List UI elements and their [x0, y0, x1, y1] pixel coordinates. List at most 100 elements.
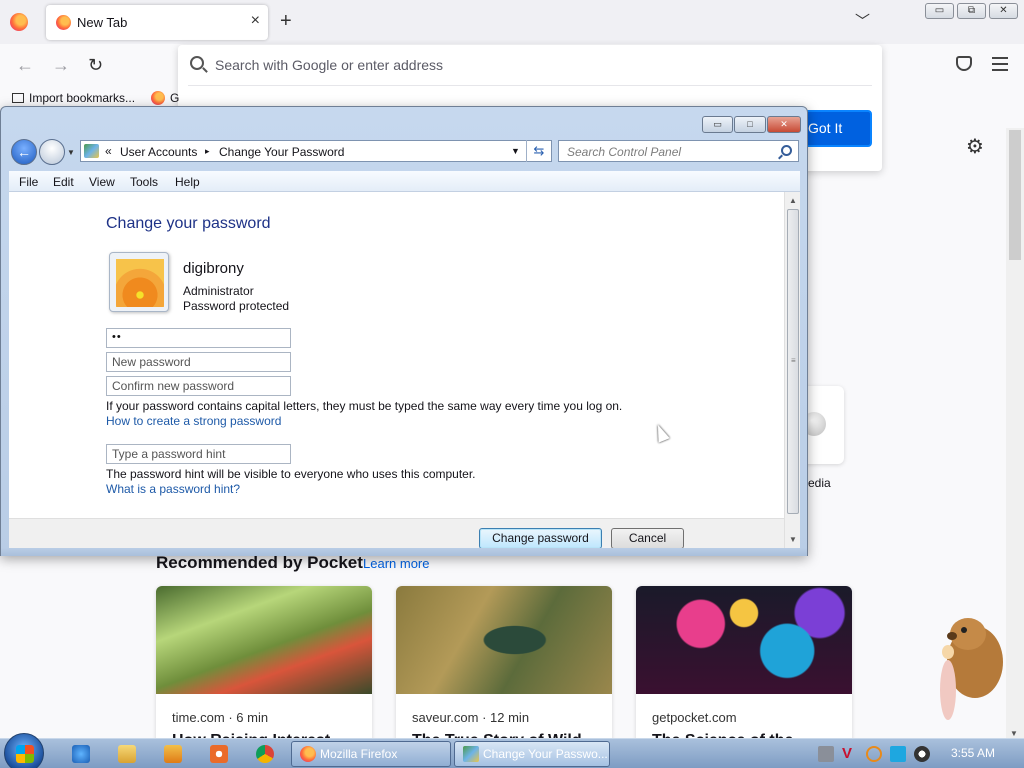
menu-view[interactable]: View — [89, 175, 115, 189]
got-it-button[interactable]: Got It — [800, 110, 872, 147]
taskbar-task-firefox[interactable]: Mozilla Firefox — [291, 741, 451, 767]
search-control-panel-input[interactable]: Search Control Panel — [558, 140, 799, 162]
breadcrumb-separator-icon[interactable]: ▸ — [205, 146, 210, 157]
firefox-bookmark-icon[interactable] — [151, 91, 165, 105]
file-explorer-icon[interactable] — [118, 745, 136, 763]
start-button[interactable] — [4, 733, 44, 768]
current-password-field[interactable]: •• — [106, 328, 291, 348]
taskbar: Mozilla Firefox Change Your Passwo... V … — [0, 733, 1024, 768]
page-title: Change your password — [106, 215, 271, 232]
breadcrumb-change-password[interactable]: Change Your Password — [219, 145, 344, 159]
pocket-card[interactable]: time.com · 6 min How Raising Interest — [156, 586, 372, 746]
taskbar-task-change-password[interactable]: Change Your Passwo... — [454, 741, 610, 767]
tab-list-button[interactable]: ﹀ — [855, 10, 870, 31]
tray-app-icon[interactable] — [818, 746, 834, 762]
close-window-button[interactable]: ✕ — [989, 3, 1018, 19]
taskbar-clock[interactable]: 3:55 AM — [951, 746, 995, 760]
settings-gear-icon[interactable]: ⚙ — [966, 134, 984, 159]
tray-antivirus-icon[interactable]: V — [842, 746, 858, 762]
card-source: time.com · 6 min — [172, 710, 269, 725]
app-icon[interactable] — [210, 745, 228, 763]
page-scrollbar-thumb[interactable] — [1009, 130, 1021, 260]
password-hint-field[interactable]: Type a password hint — [106, 444, 291, 464]
hint-visibility-note: The password hint will be visible to eve… — [106, 467, 476, 481]
control-panel-taskbar-icon — [463, 746, 479, 762]
refresh-icon[interactable]: ⇆ — [526, 140, 551, 162]
tray-volume-icon[interactable] — [914, 746, 930, 762]
cancel-button[interactable]: Cancel — [611, 528, 684, 549]
breadcrumb-overflow[interactable]: « — [105, 144, 112, 158]
learn-more-link[interactable]: Learn more — [363, 556, 429, 571]
minimize-button[interactable]: ▭ — [925, 3, 954, 19]
scroll-up-icon[interactable]: ▲ — [789, 196, 797, 205]
menu-edit[interactable]: Edit — [53, 175, 74, 189]
breadcrumb-user-accounts[interactable]: User Accounts — [120, 145, 197, 159]
scroll-down-icon[interactable]: ▼ — [1010, 729, 1018, 738]
task-label: Mozilla Firefox — [320, 747, 398, 761]
media-player-icon[interactable] — [164, 745, 182, 763]
confirm-password-field[interactable]: Confirm new password — [106, 376, 291, 396]
import-icon — [12, 93, 24, 103]
history-dropdown-icon[interactable]: ▼ — [67, 148, 75, 157]
change-password-window: ▭ □ ✕ ← ▼ « User Accounts ▸ Change Your … — [0, 106, 808, 556]
dialog-maximize-button[interactable]: □ — [734, 116, 766, 133]
dialog-footer: Change password Cancel — [9, 518, 784, 549]
tray-search-icon[interactable] — [866, 746, 882, 762]
menu-tools[interactable]: Tools — [130, 175, 158, 189]
tab-close-icon[interactable]: × — [251, 12, 260, 30]
avatar — [109, 252, 169, 312]
dialog-content: Change your password digibrony Administr… — [9, 192, 784, 518]
search-icon[interactable] — [781, 145, 792, 156]
firefox-bookmark-label[interactable]: G — [170, 91, 179, 105]
address-dropdown-icon[interactable]: ▼ — [511, 146, 520, 156]
card-source: saveur.com · 12 min — [412, 710, 530, 725]
strong-password-link[interactable]: How to create a strong password — [106, 414, 281, 428]
pocket-card[interactable]: getpocket.com The Science of the — [636, 586, 852, 746]
tray-network-icon[interactable] — [890, 746, 906, 762]
reload-button[interactable]: ↻ — [88, 55, 103, 76]
search-placeholder: Search Control Panel — [567, 145, 682, 159]
card-thumbnail — [156, 586, 372, 694]
dialog-frame-bottom — [1, 548, 807, 556]
restore-button[interactable]: ⧉ — [957, 3, 986, 19]
import-bookmarks-label: Import bookmarks... — [29, 91, 136, 105]
tab-new-tab[interactable]: New Tab × — [46, 5, 268, 40]
hamburger-menu-icon[interactable] — [992, 57, 1008, 75]
back-arrow-icon[interactable]: ← — [11, 139, 37, 165]
control-panel-icon — [84, 144, 99, 158]
back-button[interactable]: ← — [16, 55, 34, 76]
dialog-minimize-button[interactable]: ▭ — [702, 116, 733, 133]
new-tab-button[interactable]: + — [280, 10, 292, 32]
tab-title: New Tab — [77, 15, 128, 30]
chrome-icon[interactable] — [256, 745, 274, 763]
dialog-scrollbar[interactable]: ▲ ≡ ▼ — [784, 192, 800, 548]
new-password-field[interactable]: New password — [106, 352, 291, 372]
password-hint-link[interactable]: What is a password hint? — [106, 482, 240, 496]
pocket-card[interactable]: saveur.com · 12 min The True Story of Wi… — [396, 586, 612, 746]
shortcut-label[interactable]: edia — [808, 476, 831, 490]
breadcrumb[interactable]: « User Accounts ▸ Change Your Password ▼… — [80, 140, 552, 162]
desktop-mascot-image — [940, 618, 1003, 720]
scroll-grip-icon: ≡ — [791, 356, 796, 365]
pocket-heading: Recommended by Pocket — [156, 553, 363, 572]
dialog-scrollbar-thumb[interactable]: ≡ — [787, 209, 799, 514]
internet-explorer-icon[interactable] — [72, 745, 90, 763]
task-label: Change Your Passwo... — [483, 747, 608, 761]
scroll-down-icon[interactable]: ▼ — [789, 535, 797, 544]
search-icon — [190, 56, 204, 70]
browser-tab-strip: New Tab × + ﹀ ▭ ⧉ ✕ — [0, 0, 1024, 44]
import-bookmarks-link[interactable]: Import bookmarks... — [12, 91, 135, 105]
menu-help[interactable]: Help — [175, 175, 200, 189]
page-scrollbar[interactable]: ▼ — [1006, 128, 1024, 740]
forward-arrow-icon[interactable] — [39, 139, 65, 165]
card-thumbnail — [636, 586, 852, 694]
forward-button[interactable]: → — [52, 55, 70, 76]
change-password-button[interactable]: Change password — [479, 528, 602, 549]
dialog-close-button[interactable]: ✕ — [767, 116, 801, 133]
firefox-taskbar-icon — [300, 746, 316, 762]
card-thumbnail — [396, 586, 612, 694]
user-password-status: Password protected — [183, 299, 290, 313]
firefox-tab-icon — [56, 15, 71, 30]
menu-file[interactable]: File — [19, 175, 38, 189]
firefox-logo-icon[interactable] — [10, 13, 28, 31]
